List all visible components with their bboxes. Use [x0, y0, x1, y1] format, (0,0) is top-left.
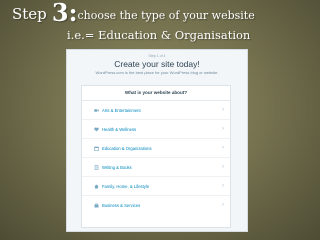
step-number: 3 — [51, 0, 69, 27]
chevron-right-icon: › — [222, 202, 224, 208]
step-word: Step — [12, 5, 47, 23]
chevron-right-icon: › — [222, 126, 224, 132]
chevron-right-icon: › — [222, 107, 224, 113]
option-business-services[interactable]: Business & Services › — [82, 196, 230, 214]
chevron-right-icon: › — [222, 145, 224, 151]
chevron-right-icon: › — [222, 183, 224, 189]
video-camera-icon — [91, 108, 101, 113]
option-education-organizations[interactable]: Education & Organizations › — [82, 139, 230, 158]
option-health-wellness[interactable]: Health & Wellness › — [82, 120, 230, 139]
option-label: Writing & Books — [102, 164, 132, 170]
calendar-icon — [91, 146, 101, 151]
option-writing-books[interactable]: Writing & Books › — [82, 158, 230, 177]
question-header: What is your website about? — [82, 86, 230, 101]
page-heading: Create your site today! — [114, 59, 200, 69]
chevron-right-icon: › — [222, 164, 224, 170]
option-family-home-lifestyle[interactable]: Family, Home, & Lifestyle › — [82, 177, 230, 196]
option-label: Family, Home, & Lifestyle — [102, 183, 150, 189]
slide-subtitle: i.e.= Education & Organisation — [67, 28, 251, 42]
document-icon — [91, 164, 101, 170]
option-label: Arts & Entertainment — [102, 107, 141, 113]
tagline: WordPress.com is the best place for your… — [95, 70, 219, 75]
option-label: Education & Organizations — [102, 145, 152, 151]
site-type-card: What is your website about? Arts & Enter… — [81, 85, 231, 228]
option-label: Health & Wellness — [102, 126, 137, 132]
option-label: Business & Services — [102, 202, 141, 208]
heart-icon — [91, 127, 101, 132]
title-rest: choose the type of your website — [77, 9, 255, 22]
option-arts-entertainment[interactable]: Arts & Entertainment › — [82, 101, 230, 120]
house-icon — [91, 184, 101, 189]
slide-title: Step 3:choose the type of your website — [12, 1, 255, 25]
step-label: Step 1 of 4 — [148, 54, 166, 58]
wordpress-signup-screenshot: Step 1 of 4 Create your site today! Word… — [66, 49, 248, 232]
briefcase-icon — [91, 202, 101, 208]
